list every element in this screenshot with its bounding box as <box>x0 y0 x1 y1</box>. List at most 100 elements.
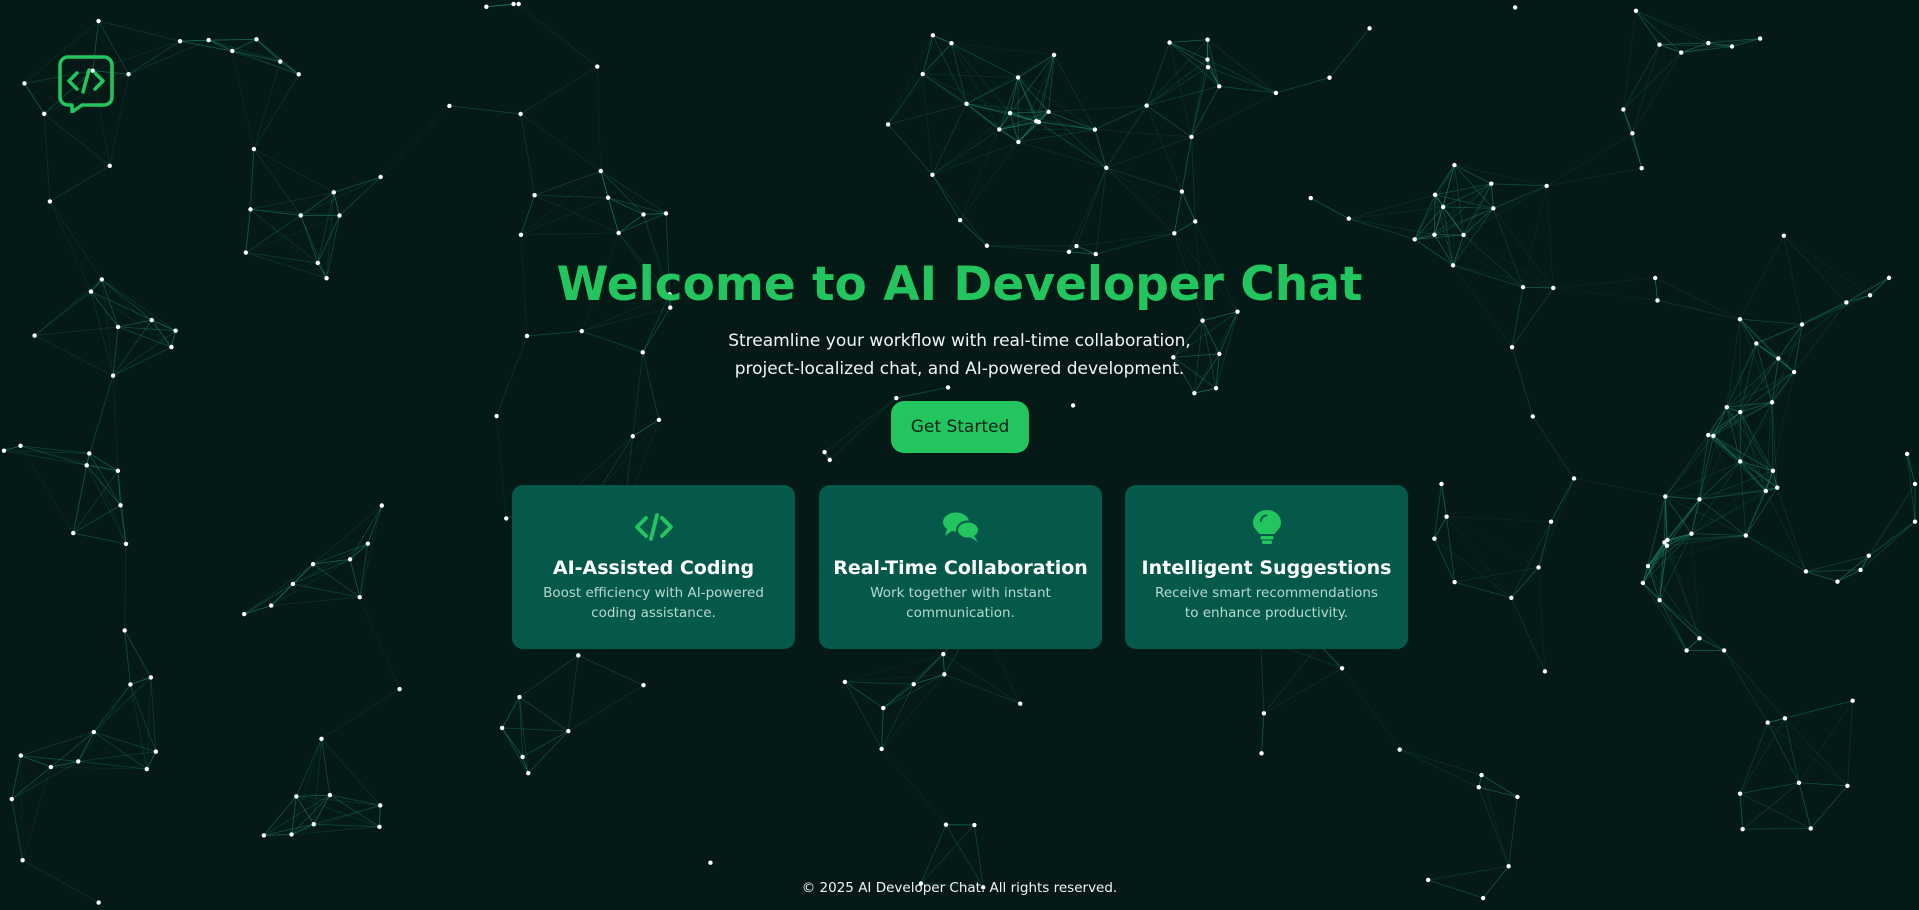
network-node <box>1536 565 1541 570</box>
network-node <box>1432 192 1438 197</box>
network-node <box>1440 204 1446 210</box>
network-line <box>1095 232 1175 255</box>
network-line <box>1723 650 1769 723</box>
network-line <box>3 445 21 452</box>
network-node <box>47 199 53 204</box>
network-line <box>1454 164 1547 187</box>
network-line <box>945 824 984 888</box>
network-line <box>999 111 1049 130</box>
network-line <box>43 113 51 202</box>
network-node <box>1743 533 1749 538</box>
network-node <box>879 746 884 752</box>
network-node <box>206 37 211 43</box>
network-node <box>87 451 92 456</box>
network-node <box>378 174 383 180</box>
network-node <box>1461 232 1466 238</box>
network-line <box>1659 599 1687 651</box>
network-node <box>920 71 925 77</box>
network-line <box>618 214 644 234</box>
network-line <box>1665 496 1746 536</box>
network-node <box>1066 249 1072 254</box>
network-line <box>1169 42 1208 60</box>
network-line <box>1263 644 1320 714</box>
network-line <box>11 761 79 800</box>
network-line <box>1686 638 1700 651</box>
network-node <box>1007 110 1013 116</box>
get-started-button[interactable]: Get Started <box>891 401 1029 453</box>
feature-description: Receive smart recommendations to enhance… <box>1155 585 1378 621</box>
network-line <box>1508 796 1518 867</box>
network-line <box>253 148 302 216</box>
network-node <box>278 59 283 64</box>
network-node <box>1 448 7 453</box>
network-line <box>1048 54 1055 112</box>
network-line <box>1446 516 1512 599</box>
network-line <box>24 83 45 115</box>
network-node <box>494 413 499 419</box>
app-logo-icon[interactable] <box>58 55 114 114</box>
network-line <box>1169 42 1220 87</box>
network-line <box>896 387 949 399</box>
network-node <box>1506 864 1511 869</box>
network-line <box>607 197 620 234</box>
network-line <box>295 738 322 797</box>
network-line <box>618 213 667 234</box>
network-line <box>1490 183 1494 209</box>
network-line <box>321 688 400 740</box>
network-node <box>656 417 662 423</box>
network-node <box>1845 783 1850 788</box>
network-node <box>1476 785 1481 790</box>
network-node <box>1740 826 1745 832</box>
feature-title: AI-Assisted Coding <box>552 557 755 579</box>
network-line <box>1726 407 1767 492</box>
network-line <box>312 543 369 565</box>
network-node <box>1346 216 1351 221</box>
network-node <box>347 557 353 562</box>
network-node <box>251 146 257 152</box>
network-node <box>532 193 537 198</box>
network-node <box>1706 432 1711 438</box>
network-line <box>513 3 598 67</box>
network-node <box>1480 895 1486 901</box>
network-line <box>1726 407 1741 462</box>
network-line <box>1860 521 1916 571</box>
network-node <box>1697 636 1702 641</box>
feature-card-ai-coding: AI-Assisted Coding Boost efficiency with… <box>512 485 795 649</box>
network-line <box>128 40 181 75</box>
network-node <box>1663 494 1668 499</box>
network-node <box>1689 531 1694 536</box>
network-line <box>93 684 131 733</box>
network-line <box>922 74 933 175</box>
network-node <box>1633 8 1639 14</box>
network-line <box>1510 597 1546 672</box>
network-line <box>973 824 984 888</box>
network-line <box>520 113 602 172</box>
network-line <box>1847 700 1854 786</box>
network-line <box>333 192 340 216</box>
network-line <box>359 596 400 690</box>
network-node <box>269 603 274 608</box>
network-node <box>1711 433 1716 439</box>
feature-description: Work together with instant communication… <box>870 585 1051 621</box>
network-line <box>1018 129 1095 143</box>
network-line <box>1691 533 1700 639</box>
network-line <box>1713 435 1774 472</box>
network-line <box>966 54 1055 105</box>
network-node <box>1721 648 1727 653</box>
network-line <box>1194 387 1217 394</box>
network-node <box>118 503 123 508</box>
network-node <box>1367 26 1372 31</box>
network-node <box>511 1 516 7</box>
network-node <box>298 213 303 218</box>
network-node <box>997 127 1002 132</box>
network-line <box>942 654 945 675</box>
network-node <box>1803 569 1809 574</box>
network-node <box>1192 390 1197 396</box>
network-node <box>598 168 603 174</box>
network-node <box>1144 103 1149 108</box>
network-node <box>126 72 131 77</box>
network-node <box>397 686 402 692</box>
network-node <box>1444 514 1449 519</box>
network-node <box>1205 37 1210 42</box>
network-line <box>1434 483 1442 539</box>
